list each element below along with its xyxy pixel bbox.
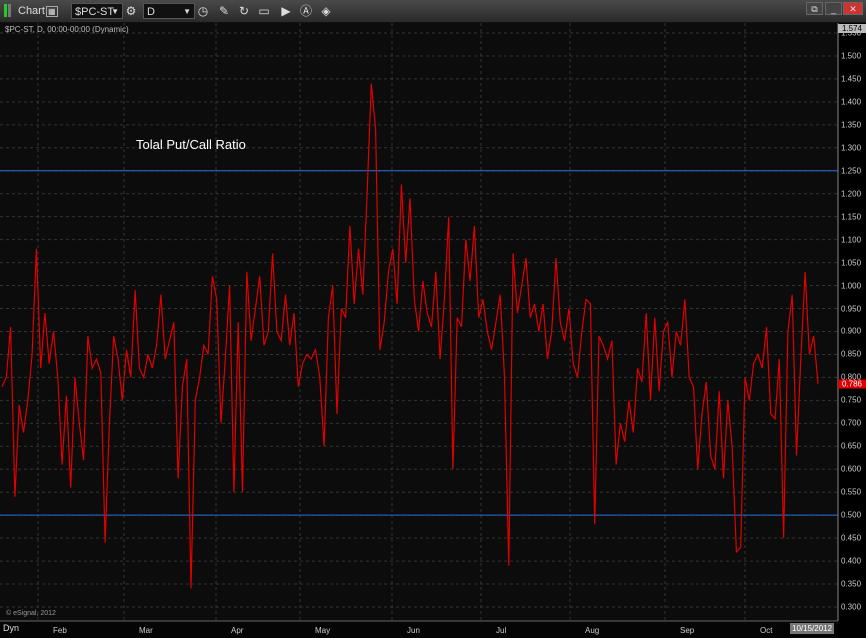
last-value-badge: 0.786 xyxy=(838,379,866,389)
x-tick-label: Aug xyxy=(585,626,600,635)
y-tick-label: 0.850 xyxy=(841,349,862,359)
y-tick-label: 1.000 xyxy=(841,281,862,291)
template-icon[interactable]: ▭ xyxy=(256,3,272,19)
x-tick-label: Oct xyxy=(760,626,773,635)
y-tick-label: 0.350 xyxy=(841,579,862,589)
y-tick-label: 1.200 xyxy=(841,189,862,199)
symbol-settings-icon[interactable]: ⚙ xyxy=(123,3,139,19)
y-tick-label: 0.400 xyxy=(841,556,862,566)
x-tick-label: Jun xyxy=(407,626,420,635)
chart-title: Tolal Put/Call Ratio xyxy=(136,137,246,152)
x-tick-label: Sep xyxy=(680,626,695,635)
x-tick-label: Mar xyxy=(139,626,153,635)
symbol-input[interactable]: $PC-ST ▼ xyxy=(71,3,123,19)
dyn-label[interactable]: Dyn xyxy=(3,623,19,633)
pencil-icon[interactable]: ✎ xyxy=(216,3,232,19)
chart-legend: $PC-ST, D, 00:00-00:00 (Dynamic) xyxy=(5,25,129,34)
y-tick-label: 1.300 xyxy=(841,143,862,153)
x-tick-label: Feb xyxy=(53,626,67,635)
alert-icon[interactable]: Ⓐ xyxy=(298,3,314,19)
chart-app-icon-bar xyxy=(8,4,11,17)
symbol-value: $PC-ST xyxy=(75,6,115,18)
y-tick-label: 1.400 xyxy=(841,97,862,107)
close-button[interactable]: ✕ xyxy=(843,2,863,15)
restore-window-button[interactable]: ⧉ xyxy=(806,2,823,15)
title-bar: Chart ▦ $PC-ST ▼ ⚙ D ▼ ◷ ✎ ↻ ▭ ▶ Ⓐ ◈ ⧉ _ ✕ xyxy=(0,0,866,23)
play-icon[interactable]: ▶ xyxy=(278,3,294,19)
y-tick-label: 0.950 xyxy=(841,304,862,314)
y-tick-label: 0.600 xyxy=(841,464,862,474)
y-tick-label: 1.250 xyxy=(841,166,862,176)
interval-value: D xyxy=(147,6,155,18)
minimize-button[interactable]: _ xyxy=(825,2,842,15)
chevron-down-icon: ▼ xyxy=(111,7,119,16)
y-tick-label: 0.900 xyxy=(841,326,862,336)
y-tick-label: 0.750 xyxy=(841,395,862,405)
y-tick-label: 0.650 xyxy=(841,441,862,451)
y-tick-label: 1.050 xyxy=(841,258,862,268)
window-title: Chart xyxy=(18,5,45,17)
y-tick-label: 1.350 xyxy=(841,120,862,130)
y-tick-label: 0.700 xyxy=(841,418,862,428)
chevron-down-icon: ▼ xyxy=(183,7,191,16)
interval-input[interactable]: D ▼ xyxy=(143,3,195,19)
y-tick-label: 1.100 xyxy=(841,235,862,245)
y-tick-label: 0.300 xyxy=(841,602,862,612)
copyright: © eSignal, 2012 xyxy=(6,610,56,617)
y-tick-label: 1.150 xyxy=(841,212,862,222)
x-tick-label: Jul xyxy=(496,626,507,635)
chart-plot xyxy=(0,23,866,638)
y-tick-label: 1.450 xyxy=(841,74,862,84)
x-tick-label: May xyxy=(315,626,331,635)
top-value-badge: 1.574 xyxy=(838,24,866,33)
link-icon[interactable]: ▦ xyxy=(46,6,58,17)
clock-icon[interactable]: ◷ xyxy=(195,3,211,19)
y-tick-label: 0.450 xyxy=(841,533,862,543)
chart-app-icon xyxy=(4,4,7,17)
refresh-icon[interactable]: ↻ xyxy=(236,3,252,19)
y-tick-label: 1.500 xyxy=(841,51,862,61)
x-tick-label: Apr xyxy=(231,626,244,635)
y-tick-label: 0.500 xyxy=(841,510,862,520)
eraser-icon[interactable]: ◈ xyxy=(318,3,334,19)
y-tick-label: 0.550 xyxy=(841,487,862,497)
current-date-badge: 10/15/2012 xyxy=(790,623,835,634)
